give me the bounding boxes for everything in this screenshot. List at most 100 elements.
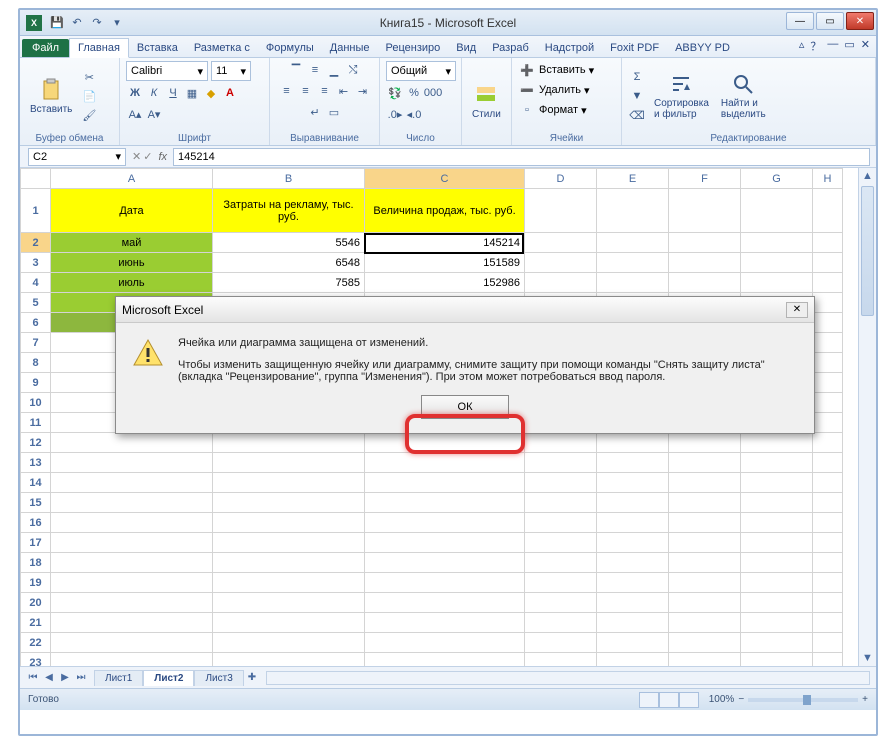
cell[interactable] [741,233,813,253]
align-top-icon[interactable]: ▔ [287,61,305,79]
align-right-icon[interactable]: ≡ [316,82,334,100]
cell[interactable] [813,253,843,273]
styles-button[interactable]: Стили [468,81,505,122]
vertical-scrollbar[interactable]: ▲ ▼ [858,168,876,666]
row-header[interactable]: 2 [21,233,51,253]
cell[interactable] [365,633,525,653]
col-header[interactable]: D [525,169,597,189]
cell[interactable]: Затраты на рекламу, тыс. руб. [213,189,365,233]
cell[interactable]: 5546 [213,233,365,253]
align-center-icon[interactable]: ≡ [297,82,315,100]
indent-inc-icon[interactable]: ⇥ [354,82,372,100]
cell[interactable] [813,189,843,233]
cell[interactable] [525,189,597,233]
cells-insert-button[interactable]: ➕Вставить▾ [518,61,594,79]
row-header[interactable]: 16 [21,513,51,533]
cut-icon[interactable]: ✂ [80,68,98,86]
sheet-nav-last-icon[interactable]: ⏭ [74,672,88,683]
ok-button[interactable]: ОК [421,395,509,419]
cell[interactable]: Величина продаж, тыс. руб. [365,189,525,233]
sheet-nav-prev-icon[interactable]: ◀ [42,672,56,683]
cell[interactable] [365,593,525,613]
cell[interactable] [525,553,597,573]
cell[interactable] [213,513,365,533]
cell[interactable]: Дата [51,189,213,233]
cell[interactable] [669,253,741,273]
scroll-down-icon[interactable]: ▼ [859,650,876,666]
cell[interactable] [669,273,741,293]
cell[interactable] [213,553,365,573]
cell[interactable] [525,473,597,493]
cell[interactable] [669,593,741,613]
cell[interactable] [365,613,525,633]
copy-icon[interactable]: 📄 [80,87,98,105]
zoom-slider[interactable] [748,698,858,702]
cell[interactable] [597,253,669,273]
font-name-select[interactable]: Calibri▾ [126,61,208,81]
merge-icon[interactable]: ▭ [325,103,343,121]
row-header[interactable]: 19 [21,573,51,593]
align-bottom-icon[interactable]: ▁ [325,61,343,79]
cell[interactable] [597,233,669,253]
cell[interactable] [597,453,669,473]
enter-formula-icon[interactable]: ✓ [143,150,152,163]
inner-min-icon[interactable]: — [827,38,838,54]
cell[interactable] [741,493,813,513]
cell[interactable] [213,593,365,613]
cell[interactable] [597,553,669,573]
cells-format-button[interactable]: ▫Формат▾ [518,101,587,119]
row-header[interactable]: 1 [21,189,51,233]
sheet-tab[interactable]: Лист2 [143,670,194,686]
scroll-up-icon[interactable]: ▲ [859,168,876,184]
orientation-icon[interactable]: ⤭ [344,61,362,79]
cell[interactable] [741,513,813,533]
cells-delete-button[interactable]: ➖Удалить▾ [518,81,590,99]
cell[interactable]: июль [51,273,213,293]
fx-icon[interactable]: fx [158,151,167,163]
zoom-out-icon[interactable]: − [738,694,744,705]
cell[interactable] [51,553,213,573]
inner-close-icon[interactable]: ✕ [861,38,870,54]
cell[interactable] [597,513,669,533]
cell[interactable] [813,533,843,553]
view-page-layout-icon[interactable] [659,692,679,708]
horizontal-scrollbar[interactable] [266,671,870,685]
tab-developer[interactable]: Разраб [484,39,537,57]
comma-icon[interactable]: 000 [424,84,442,102]
name-box[interactable]: C2▾ [28,148,126,166]
zoom-in-icon[interactable]: + [862,694,868,705]
find-select-button[interactable]: Найти и выделить [717,70,770,122]
tab-home[interactable]: Главная [69,38,129,58]
cell[interactable] [741,613,813,633]
shrink-font-icon[interactable]: A▾ [145,105,163,123]
row-header[interactable]: 22 [21,633,51,653]
cell[interactable] [365,513,525,533]
dialog-close-icon[interactable]: ✕ [786,302,808,318]
cell[interactable] [669,573,741,593]
cell[interactable] [597,433,669,453]
cell[interactable] [813,573,843,593]
wrap-text-icon[interactable]: ↵ [306,103,324,121]
cell[interactable] [365,533,525,553]
minimize-ribbon-icon[interactable]: ▵ [799,38,805,54]
cell[interactable] [669,453,741,473]
row-header[interactable]: 21 [21,613,51,633]
cell[interactable] [213,493,365,513]
qat-more-icon[interactable]: ▾ [108,14,126,32]
row-header[interactable]: 6 [21,313,51,333]
formula-bar[interactable]: 145214 [173,148,870,166]
cell[interactable] [813,553,843,573]
cell[interactable] [741,433,813,453]
cell[interactable] [669,233,741,253]
cell[interactable] [741,453,813,473]
row-header[interactable]: 4 [21,273,51,293]
font-color-icon[interactable]: A [221,84,239,102]
autosum-icon[interactable]: Σ [628,68,646,86]
row-header[interactable]: 5 [21,293,51,313]
cell[interactable] [365,573,525,593]
percent-icon[interactable]: % [405,84,423,102]
italic-icon[interactable]: К [145,84,163,102]
tab-view[interactable]: Вид [448,39,484,57]
col-header[interactable]: F [669,169,741,189]
cell[interactable] [365,433,525,453]
